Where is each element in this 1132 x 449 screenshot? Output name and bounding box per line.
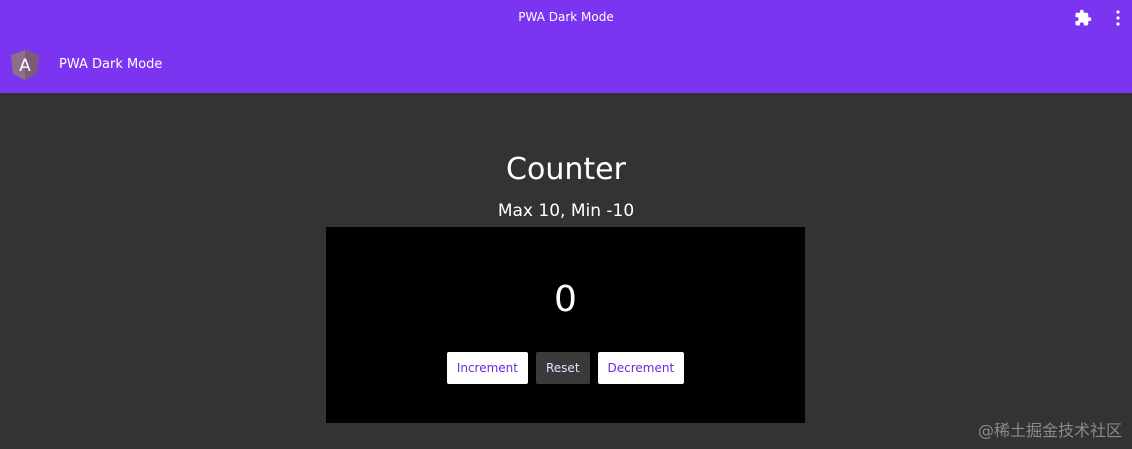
watermark: @稀土掘金技术社区 [977,421,1122,440]
window-titlebar: PWA Dark Mode [0,0,1132,34]
counter-limits: Max 10, Min -10 [497,201,635,221]
app-title: PWA Dark Mode [59,57,163,72]
logo-letter: A [19,56,31,76]
angular-logo-icon: A [11,50,39,80]
counter-value: 0 [554,279,577,320]
page-heading: Counter [506,152,626,187]
reset-button[interactable]: Reset [536,352,590,384]
counter-panel: 0 Increment Reset Decrement [326,227,805,423]
kebab-menu-icon[interactable] [1112,9,1124,27]
decrement-button[interactable]: Decrement [597,352,685,384]
puzzle-icon[interactable] [1074,9,1092,27]
increment-button[interactable]: Increment [446,352,528,384]
window-title: PWA Dark Mode [518,10,614,24]
counter-buttons: Increment Reset Decrement [326,352,805,384]
app-toolbar: A PWA Dark Mode [0,34,1132,93]
